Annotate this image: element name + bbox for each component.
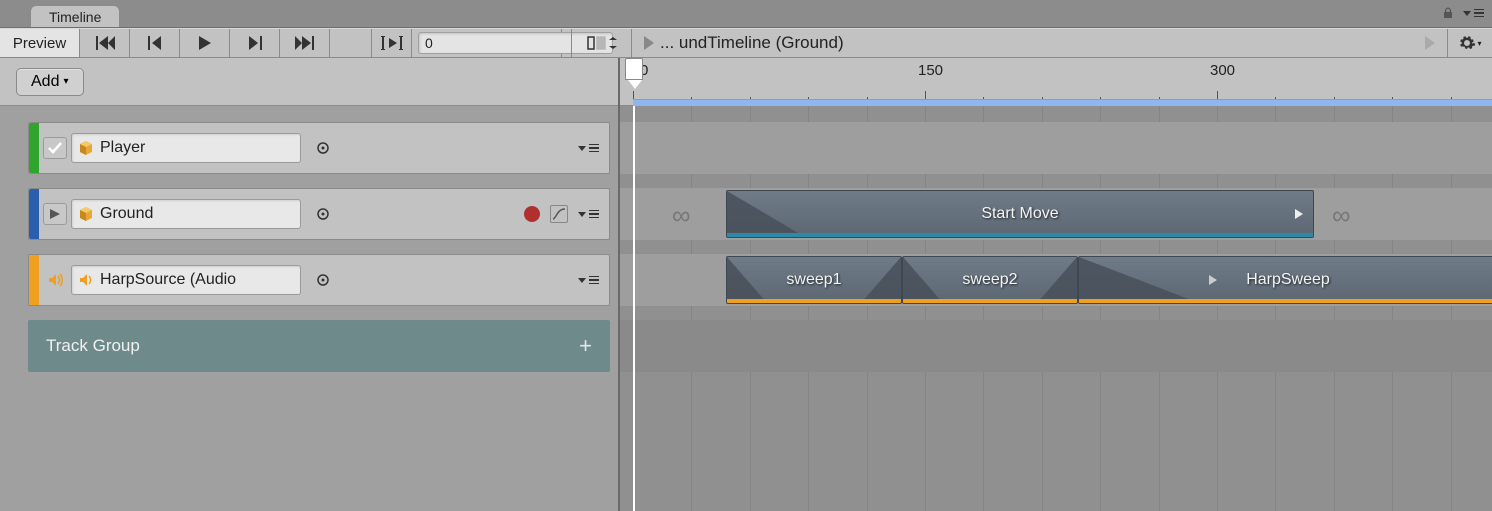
ruler-label: 150 [918,62,943,79]
track-binding-field[interactable]: Ground [71,199,301,229]
play-range-button[interactable] [372,29,412,57]
prev-frame-button[interactable] [130,29,180,57]
playhead[interactable] [633,106,635,511]
clips-panel: 0 150 300 ∞ Start Move ∞ [620,58,1492,511]
clip-sweep1[interactable]: sweep1 [726,256,902,304]
track-name: Ground [100,205,153,223]
preview-button[interactable]: Preview [0,29,80,57]
go-to-start-button[interactable] [80,29,130,57]
toolbar: Preview ... undTimeline (Ground) ▾ [0,28,1492,58]
record-button[interactable] [524,206,540,222]
clip-label: sweep2 [962,271,1017,289]
asset-name: ... undTimeline (Ground) [660,33,844,53]
track-toggle-button[interactable] [43,137,67,159]
track-binding-field[interactable]: HarpSource (Audio [71,265,301,295]
panel-menu-icon[interactable] [1463,9,1484,18]
track-menu-icon[interactable] [578,144,599,153]
track-foldout-button[interactable] [43,203,67,225]
gameobject-icon [78,140,94,156]
clip-start-move[interactable]: Start Move [726,190,1314,238]
target-icon[interactable] [315,272,331,288]
ruler-label: 300 [1210,62,1235,79]
track-name: HarpSource (Audio [100,271,236,289]
frame-field [412,29,562,57]
clip-label: HarpSweep [1246,271,1330,289]
target-icon[interactable] [315,206,331,222]
loop-icon: ∞ [672,200,691,231]
track-menu-icon[interactable] [578,210,599,219]
track-group-label: Track Group [46,336,140,356]
target-icon[interactable] [315,140,331,156]
track-harpsource[interactable]: HarpSource (Audio [28,254,610,306]
play-button[interactable] [180,29,230,57]
next-frame-button[interactable] [230,29,280,57]
clip-harpsweep[interactable]: HarpSweep [1078,256,1492,304]
lane-bg [620,122,1492,174]
lane-bg [620,320,1492,372]
track-color-activation [29,123,39,173]
clip-sweep2[interactable]: sweep2 [902,256,1078,304]
track-group[interactable]: Track Group + [28,320,610,372]
track-binding-field[interactable]: Player [71,133,301,163]
timeline-asset-label[interactable]: ... undTimeline (Ground) [632,29,1448,57]
go-to-end-button[interactable] [280,29,330,57]
track-list-panel: Add ▾ Player [0,58,620,511]
playhead-handle[interactable] [625,58,643,80]
add-track-button[interactable]: Add ▾ [16,68,84,96]
speaker-icon [78,272,94,288]
track-color-animation [29,189,39,239]
settings-button[interactable]: ▾ [1448,29,1492,57]
track-menu-icon[interactable] [578,276,599,285]
spacer [330,29,372,57]
track-color-audio [29,255,39,305]
curves-button[interactable] [550,205,568,223]
track-player[interactable]: Player [28,122,610,174]
audio-track-icon [43,269,67,291]
time-ruler[interactable]: 0 150 300 [620,58,1492,106]
track-name: Player [100,139,145,157]
loop-icon: ∞ [1332,200,1351,231]
clips-area[interactable]: ∞ Start Move ∞ sweep1 [620,106,1492,511]
gameobject-icon [78,206,94,222]
lock-icon[interactable] [1441,6,1455,20]
tab-timeline[interactable]: Timeline [30,5,120,27]
add-label: Add [31,73,59,91]
clip-label: sweep1 [786,271,841,289]
edit-mode-button[interactable] [572,29,632,57]
clip-label: Start Move [981,205,1058,223]
add-to-group-button[interactable]: + [579,333,592,359]
track-ground[interactable]: Ground [28,188,610,240]
tab-strip: Timeline [0,0,1492,28]
